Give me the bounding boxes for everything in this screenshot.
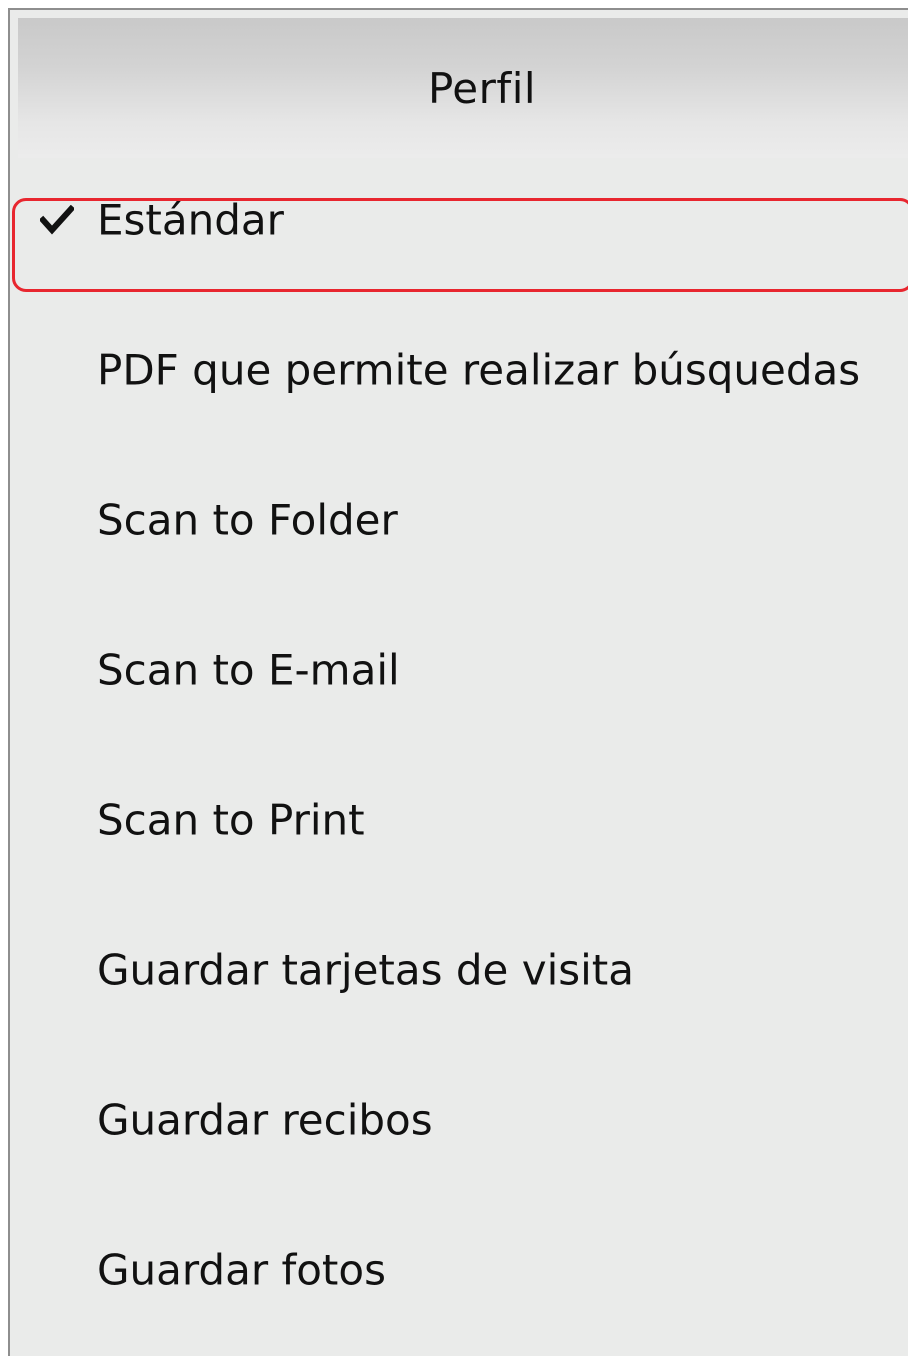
menu-item-photos[interactable]: Guardar fotos [10,1220,908,1320]
menu-item-pdf-searchable[interactable]: PDF que permite realizar búsquedas [10,320,908,420]
profile-menu: Perfil Estándar PDF que permite realizar… [8,8,908,1356]
menu-item-label: Estándar [97,195,284,245]
menu-header: Perfil [18,18,908,158]
menu-item-business-cards[interactable]: Guardar tarjetas de visita [10,920,908,1020]
checkmark-icon [40,205,74,235]
menu-item-label: Guardar tarjetas de visita [97,945,634,995]
menu-item-scan-to-folder[interactable]: Scan to Folder [10,470,908,570]
menu-item-scan-to-print[interactable]: Scan to Print [10,770,908,870]
menu-header-title: Perfil [427,63,537,113]
menu-item-scan-to-email[interactable]: Scan to E-mail [10,620,908,720]
menu-item-label: Scan to Print [97,795,365,845]
menu-item-label: Guardar fotos [97,1245,386,1295]
menu-item-label: Scan to E-mail [97,645,400,695]
menu-item-estandar[interactable]: Estándar [10,170,908,270]
menu-item-receipts[interactable]: Guardar recibos [10,1070,908,1170]
menu-item-label: PDF que permite realizar búsquedas [97,345,861,395]
menu-item-label: Scan to Folder [97,495,398,545]
menu-item-label: Guardar recibos [97,1095,433,1145]
